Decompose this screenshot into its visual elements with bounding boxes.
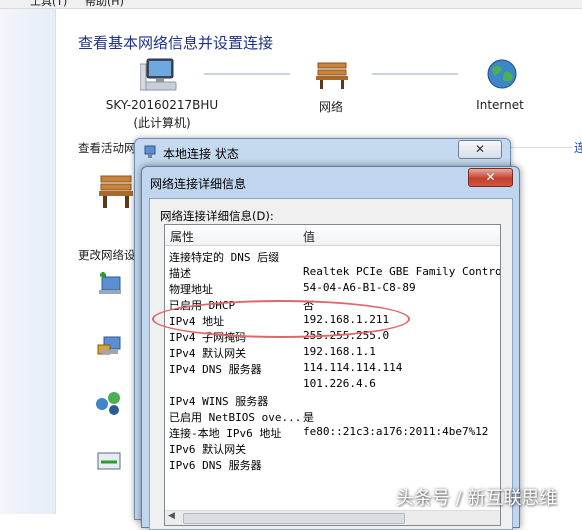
connection-line — [204, 73, 290, 75]
value-cell: 192.168.1.1 — [303, 345, 376, 358]
property-cell: IPv4 WINS 服务器 — [169, 395, 269, 408]
watermark: 头条号 / 新互联思维 — [396, 488, 558, 509]
property-cell: IPv4 DNS 服务器 — [169, 363, 262, 376]
table-row[interactable]: IPv4 默认网关 192.168.1.1 — [165, 344, 500, 360]
connect-link[interactable]: 连 — [574, 139, 582, 156]
menu-tools[interactable]: 工具(T) — [30, 0, 67, 8]
change-settings-label: 更改网络设 — [78, 248, 136, 262]
table-row[interactable]: 101.226.4.6 — [165, 376, 500, 392]
left-pane — [0, 9, 56, 514]
table-row[interactable]: 已启用 NetBIOS ove... 是 — [165, 408, 500, 424]
close-icon: ✕ — [474, 142, 486, 156]
page-title: 查看基本网络信息并设置连接 — [78, 34, 274, 52]
homegroup-icon[interactable] — [96, 331, 124, 357]
connection-line — [372, 73, 458, 75]
scroll-left-icon[interactable]: ◀ — [168, 511, 175, 521]
details-list-label: 网络连接详细信息(D): — [160, 209, 274, 223]
menu-bar: 工具(T) 帮助(H) — [0, 0, 582, 9]
horizontal-scrollbar[interactable]: ◀ — [165, 510, 500, 525]
close-button[interactable]: ✕ — [458, 140, 502, 159]
value-cell: 114.114.114.114 — [303, 361, 403, 374]
table-row[interactable]: 描述 Realtek PCIe GBE Family Controller — [165, 264, 500, 280]
bench-icon — [99, 175, 133, 208]
table-row[interactable]: IPv6 DNS 服务器 — [165, 456, 500, 472]
troubleshoot-icon[interactable] — [96, 450, 124, 474]
value-cell: 101.226.4.6 — [303, 377, 376, 390]
column-header-property[interactable]: 属性 — [170, 228, 194, 245]
new-connection-icon[interactable] — [96, 271, 124, 297]
table-row[interactable]: IPv4 DNS 服务器 114.114.114.114 — [165, 360, 500, 376]
property-cell: 连接特定的 DNS 后缀 — [169, 251, 280, 264]
value-cell: 是 — [303, 411, 314, 424]
table-row[interactable]: 物理地址 54-04-A6-B1-C8-89 — [165, 280, 500, 296]
table-row[interactable]: 连接-本地 IPv6 地址 fe80::21c3:a176:2011:4be7%… — [165, 424, 500, 440]
menu-help[interactable]: 帮助(H) — [85, 0, 124, 8]
table-row[interactable]: 连接特定的 DNS 后缀 — [165, 248, 500, 264]
computer-icon — [140, 58, 177, 91]
property-cell: IPv6 DNS 服务器 — [169, 459, 262, 472]
property-cell: IPv4 默认网关 — [169, 347, 247, 360]
network-sharing-icon[interactable] — [94, 390, 124, 416]
computer-node[interactable]: SKY-20160217BHU (此计算机) — [104, 98, 220, 131]
value-cell: Realtek PCIe GBE Family Controller — [303, 265, 500, 278]
network-details-window: 网络连接详细信息 ✕ 网络连接详细信息(D): 属性 值 连接特定的 DNS 后… — [141, 166, 520, 530]
network-node[interactable]: 网络 — [300, 98, 362, 115]
computer-caption: (此计算机) — [133, 116, 191, 130]
property-cell: 已启用 NetBIOS ove... — [169, 411, 302, 424]
computer-name: SKY-20160217BHU — [105, 98, 219, 112]
section-divider — [510, 147, 572, 148]
annotation-ellipse — [152, 300, 410, 338]
value-cell: 54-04-A6-B1-C8-89 — [303, 281, 416, 294]
property-cell: 连接-本地 IPv6 地址 — [169, 427, 282, 440]
scroll-thumb[interactable] — [183, 513, 405, 524]
internet-node[interactable]: Internet — [470, 98, 530, 112]
close-icon: ✕ — [485, 170, 496, 184]
table-row[interactable]: IPv6 默认网关 — [165, 440, 500, 456]
globe-icon — [487, 59, 517, 89]
network-adapter-icon — [144, 145, 156, 158]
details-window-body: 网络连接详细信息(D): 属性 值 连接特定的 DNS 后缀 描述 Realte… — [149, 198, 513, 530]
close-button[interactable]: ✕ — [468, 168, 513, 187]
property-cell: IPv6 默认网关 — [169, 443, 247, 456]
property-cell: 物理地址 — [169, 283, 213, 296]
table-row[interactable]: IPv4 WINS 服务器 — [165, 392, 500, 408]
property-cell: 描述 — [169, 267, 191, 280]
value-cell: fe80::21c3:a176:2011:4be7%12 — [303, 425, 489, 438]
bench-icon — [316, 62, 348, 89]
active-networks-label: 查看活动网 — [78, 141, 136, 155]
details-window-title: 网络连接详细信息 — [150, 177, 247, 191]
list-header: 属性 值 — [165, 225, 500, 246]
column-header-value[interactable]: 值 — [303, 228, 315, 245]
details-list[interactable]: 属性 值 连接特定的 DNS 后缀 描述 Realtek PCIe GBE Fa… — [164, 224, 501, 526]
status-window-title: 本地连接 状态 — [163, 147, 239, 161]
